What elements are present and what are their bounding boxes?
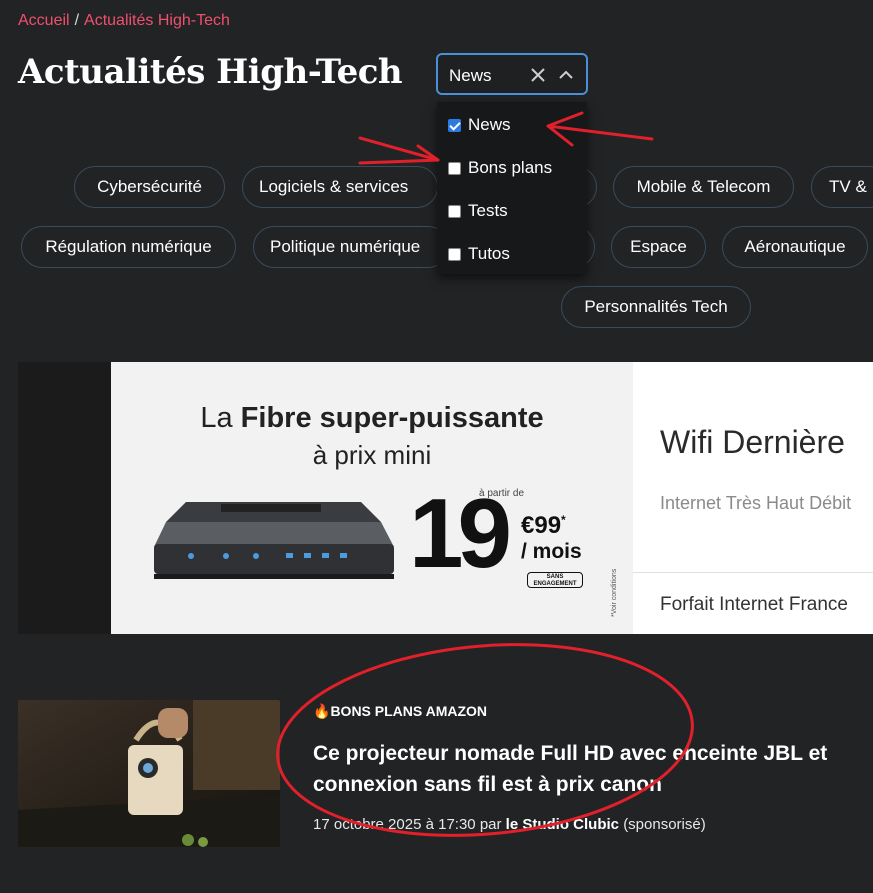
filter-option-tutos[interactable]: Tutos <box>448 244 510 264</box>
filter-option-news[interactable]: News <box>448 115 511 135</box>
topic-tv[interactable]: TV & <box>811 166 873 208</box>
ad-image[interactable]: La Fibre super-puissante à prix mini à p… <box>111 362 633 634</box>
chevron-up-icon[interactable] <box>558 67 574 83</box>
filter-option-label: Bons plans <box>468 158 553 177</box>
topic-cybersecurite[interactable]: Cybersécurité <box>74 166 225 208</box>
topic-mobile-telecom[interactable]: Mobile & Telecom <box>613 166 794 208</box>
ad-price-cents-wrap: €99* <box>521 512 566 540</box>
breadcrumb-current-link[interactable]: Actualités High-Tech <box>84 12 230 29</box>
article-sponsored: (sponsorisé) <box>623 816 706 833</box>
article-by: par <box>479 816 502 833</box>
ad-price-big: 19 <box>409 478 512 588</box>
ad-disclaimer: *Voir conditions <box>611 568 618 617</box>
breadcrumb: Accueil / Actualités High-Tech <box>18 12 230 30</box>
article-thumbnail[interactable] <box>18 700 280 847</box>
ad-headline-bold: Fibre super-puissante <box>240 402 544 434</box>
filter-option-bons-plans[interactable]: Bons plans <box>448 158 552 178</box>
ad-text-panel[interactable]: Wifi Dernière Internet Très Haut Débit F… <box>633 362 873 634</box>
ad-badge: SANS ENGAGEMENT <box>527 572 583 588</box>
breadcrumb-separator: / <box>74 12 80 29</box>
ad-price-star: * <box>561 513 566 527</box>
article-meta: 17 octobre 2025 à 17:30 par le Studio Cl… <box>313 816 706 833</box>
topic-espace[interactable]: Espace <box>611 226 706 268</box>
tutos-checkbox[interactable] <box>448 247 461 261</box>
ad-divider <box>633 572 873 573</box>
bons-plans-checkbox[interactable] <box>448 161 461 175</box>
article-category[interactable]: 🔥BONS PLANS AMAZON <box>313 703 487 720</box>
topic-aeronautique[interactable]: Aéronautique <box>722 226 868 268</box>
article-date: 17 octobre 2025 à 17:30 <box>313 816 476 833</box>
projector-photo <box>18 700 280 847</box>
topic-logiciels-services[interactable]: Logiciels & services <box>242 166 438 208</box>
breadcrumb-home-link[interactable]: Accueil <box>18 12 70 29</box>
topic-personnalites-tech[interactable]: Personnalités Tech <box>561 286 751 328</box>
page-title: Actualités High-Tech <box>18 52 403 92</box>
arrow-to-bons-plans <box>358 136 440 165</box>
article-author[interactable]: le Studio Clubic <box>506 816 619 833</box>
topic-regulation-numerique[interactable]: Régulation numérique <box>21 226 236 268</box>
ad-headline-line2: à prix mini <box>312 440 432 470</box>
ad-banner[interactable]: La Fibre super-puissante à prix mini à p… <box>18 362 873 634</box>
ad-right-title: Wifi Dernière <box>660 424 845 460</box>
ad-right-footer[interactable]: Forfait Internet France <box>660 594 848 616</box>
topic-politique-numerique[interactable]: Politique numérique <box>253 226 449 268</box>
tests-checkbox[interactable] <box>448 204 461 218</box>
filter-option-label: Tests <box>468 201 508 220</box>
news-checkbox[interactable] <box>448 118 461 132</box>
filter-select[interactable]: News <box>436 53 588 95</box>
filter-dropdown-menu: News Bons plans Tests Tutos <box>437 102 587 274</box>
article-headline[interactable]: Ce projecteur nomade Full HD avec encein… <box>313 738 863 800</box>
ad-headline-light: La <box>200 402 241 434</box>
clear-icon[interactable] <box>530 67 546 83</box>
filter-option-label: News <box>468 115 511 134</box>
filter-option-tests[interactable]: Tests <box>448 201 508 221</box>
ad-right-subtitle: Internet Très Haut Débit <box>660 493 852 513</box>
filter-select-value: News <box>449 66 492 85</box>
fire-icon: 🔥 <box>313 703 331 719</box>
router-illustration <box>154 502 394 579</box>
ad-price-period: / mois <box>521 540 582 563</box>
article-category-label: BONS PLANS AMAZON <box>330 703 488 719</box>
ad-headline: La Fibre super-puissante <box>111 402 633 435</box>
filter-option-label: Tutos <box>468 244 510 263</box>
ad-price-cents: €99 <box>521 512 562 539</box>
